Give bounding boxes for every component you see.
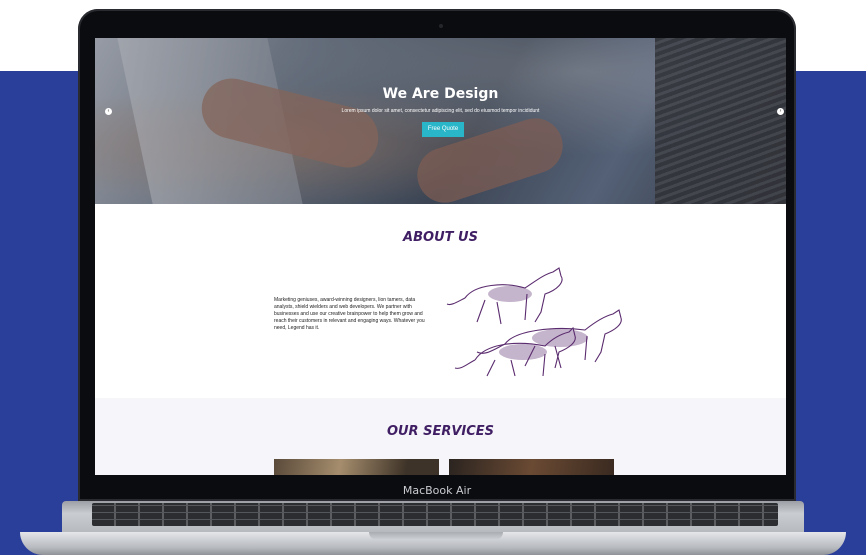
about-title: ABOUT US: [403, 230, 478, 245]
services-title: OUR SERVICES: [386, 424, 495, 439]
chevron-right-icon[interactable]: ›: [777, 108, 784, 115]
service-card-image[interactable]: [274, 459, 439, 475]
service-card-image[interactable]: [449, 459, 614, 475]
camera-icon: [439, 24, 443, 28]
free-quote-button[interactable]: Free Quote: [422, 122, 464, 137]
about-text: Marketing geniuses, award-winning design…: [274, 297, 425, 331]
hero-title: We Are Design: [382, 86, 499, 102]
keyboard-rows: [92, 503, 778, 526]
hero-subtitle: Lorem ipsum dolor sit amet, consectetur …: [341, 108, 540, 114]
device-label: MacBook Air: [402, 484, 472, 497]
hero-overlay: [95, 38, 786, 204]
about-section: ABOUT US Marketing geniuses, award-winni…: [95, 204, 786, 398]
chevron-left-icon[interactable]: ‹: [105, 108, 112, 115]
laptop-screen: We Are Design Lorem ipsum dolor sit amet…: [95, 38, 786, 475]
services-section: OUR SERVICES: [95, 398, 786, 475]
hero-banner: We Are Design Lorem ipsum dolor sit amet…: [95, 38, 786, 210]
laptop-notch: [369, 532, 503, 540]
wolves-illustration: [446, 267, 622, 377]
